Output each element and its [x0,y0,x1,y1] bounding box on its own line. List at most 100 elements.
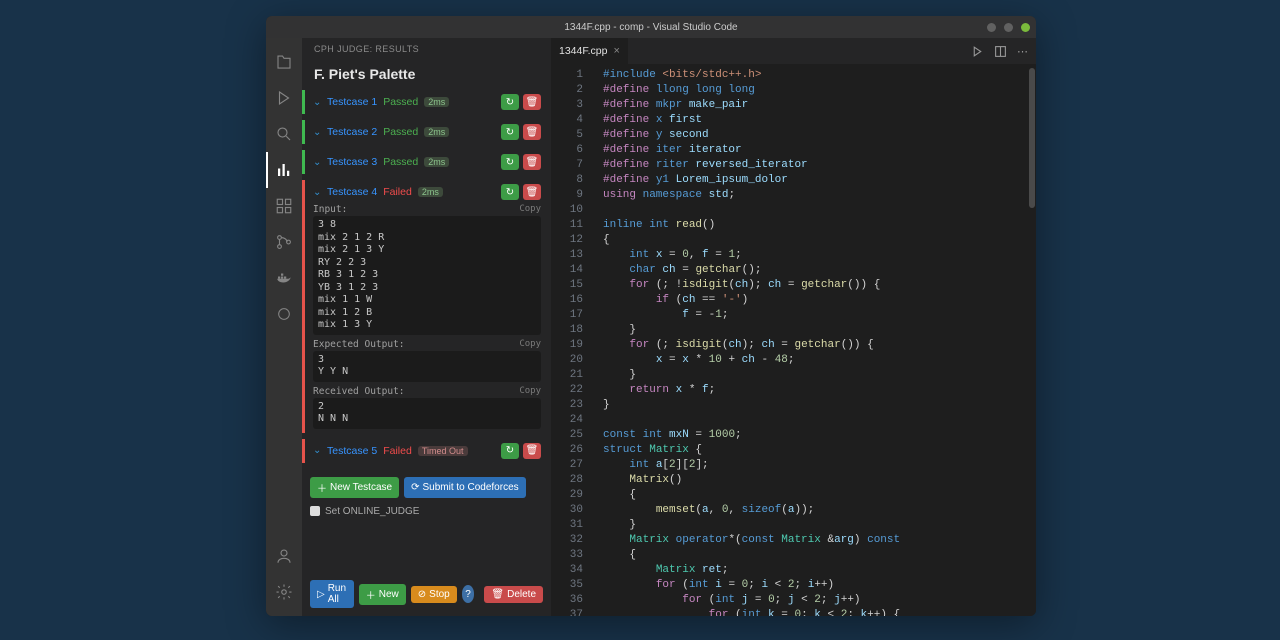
testcase-received[interactable]: 2 N N N [313,398,541,429]
main-area: CPH JUDGE: RESULTS F. Piet's Palette ⌄ Te… [266,38,1036,616]
testcase-header[interactable]: ⌄Testcase 4Failed2ms↻🗑 [313,184,541,200]
copy-button[interactable]: Copy [519,204,541,215]
received-label: Received Output: [313,386,405,397]
testcase-status: Failed [383,186,412,198]
chevron-down-icon: ⌄ [313,445,321,456]
submit-button[interactable]: ⟳ Submit to Codeforces [404,477,526,498]
submit-label: Submit to Codeforces [422,482,518,493]
close-icon[interactable] [1021,23,1030,32]
sidebar: CPH JUDGE: RESULTS F. Piet's Palette ⌄ Te… [302,38,551,616]
vscode-window: 1344F.cpp - comp - Visual Studio Code CP… [266,16,1036,616]
testcase-status: Failed [383,445,412,457]
rerun-button[interactable]: ↻ [501,443,519,459]
expected-label: Expected Output: [313,339,405,350]
sidebar-header: CPH JUDGE: RESULTS [302,38,551,60]
stop-label: Stop [429,589,450,600]
testcase-header[interactable]: ⌄Testcase 2Passed2ms↻🗑 [313,124,541,140]
help-button[interactable]: ? [462,585,475,603]
rerun-button[interactable]: ↻ [501,154,519,170]
chevron-down-icon: ⌄ [313,97,321,108]
copy-button[interactable]: Copy [519,339,541,350]
testcase-row: ⌄ Testcase 1 Passed 2ms ↻🗑 [302,90,547,114]
testcase-name: Testcase 4 [327,186,377,198]
stop-button[interactable]: ⊘ Stop [411,586,457,603]
scrollbar-thumb[interactable] [1029,68,1035,208]
testcase-header[interactable]: ⌄ Testcase 3 Passed 2ms ↻🗑 [313,154,541,170]
close-icon[interactable]: × [613,45,619,57]
testcase-time: Timed Out [418,446,468,456]
rerun-button[interactable]: ↻ [501,94,519,110]
play-icon: ▷ [317,589,325,600]
scm-icon[interactable] [266,224,302,260]
plus-icon: ＋ [366,587,376,602]
window-controls [987,23,1030,32]
settings-icon[interactable] [266,574,302,610]
new-button[interactable]: ＋ New [359,584,406,605]
gutter: 1234567891011121314151617181920212223242… [551,64,595,616]
online-judge-label: Set ONLINE_JUDGE [325,506,419,517]
run-icon[interactable] [266,80,302,116]
chevron-down-icon: ⌄ [313,157,321,168]
tab-file[interactable]: 1344F.cpp × [551,38,629,64]
titlebar: 1344F.cpp - comp - Visual Studio Code [266,16,1036,38]
search-icon[interactable] [266,116,302,152]
chevron-down-icon: ⌄ [313,127,321,138]
editor-area: 1344F.cpp × ⋯ 12345678910111213141516171… [551,38,1036,616]
delete-testcase-button[interactable]: 🗑 [523,443,541,459]
stop-icon: ⊘ [418,589,426,600]
delete-label: Delete [507,589,536,600]
scrollbar[interactable] [1026,64,1036,616]
testcase-header[interactable]: ⌄ Testcase 5 Failed Timed Out ↻🗑 [313,443,541,459]
chevron-down-icon: ⌄ [313,187,321,198]
trash-icon: 🗑 [491,589,504,600]
testcase-status: Passed [383,96,418,108]
rerun-button[interactable]: ↻ [501,124,519,140]
problem-title: F. Piet's Palette [302,60,551,90]
delete-testcase-button[interactable]: 🗑 [523,154,541,170]
sidebar-actions: ＋ New Testcase ⟳ Submit to Codeforces [302,469,551,502]
testcase-row: ⌄Testcase 2Passed2ms↻🗑 [302,120,547,144]
testcase-time: 2ms [424,157,449,167]
testcase-row: ⌄ Testcase 3 Passed 2ms ↻🗑 [302,150,547,174]
docker-icon[interactable] [266,260,302,296]
online-judge-row[interactable]: Set ONLINE_JUDGE [302,502,551,521]
editor-actions: ⋯ [971,38,1036,64]
delete-button[interactable]: 🗑 Delete [484,586,543,603]
explorer-icon[interactable] [266,44,302,80]
testcase-time: 2ms [424,127,449,137]
extensions-icon[interactable] [266,188,302,224]
maximize-icon[interactable] [1004,23,1013,32]
tab-bar: 1344F.cpp × ⋯ [551,38,1036,64]
testcase-time: 2ms [424,97,449,107]
run-file-icon[interactable] [971,45,984,58]
testcase-row: ⌄ Testcase 5 Failed Timed Out ↻🗑 [302,439,547,463]
new-testcase-button[interactable]: ＋ New Testcase [310,477,399,498]
testcase-name: Testcase 5 [327,445,377,457]
run-all-button[interactable]: ▷ Run All [310,580,354,608]
code-editor[interactable]: 1234567891011121314151617181920212223242… [551,64,1036,616]
checkbox-icon[interactable] [310,506,320,516]
rerun-button[interactable]: ↻ [501,184,519,200]
account-icon[interactable] [266,538,302,574]
copy-button[interactable]: Copy [519,386,541,397]
run-all-label: Run All [328,583,347,605]
testcase-body: Input:Copy3 8 mix 2 1 2 R mix 2 1 3 Y RY… [313,204,541,429]
delete-testcase-button[interactable]: 🗑 [523,124,541,140]
window-title: 1344F.cpp - comp - Visual Studio Code [564,22,737,33]
testcase-status: Passed [383,156,418,168]
testcase-header[interactable]: ⌄ Testcase 1 Passed 2ms ↻🗑 [313,94,541,110]
testcase-expected[interactable]: 3 Y Y N [313,351,541,382]
circle-icon[interactable] [266,296,302,332]
testcase-input[interactable]: 3 8 mix 2 1 2 R mix 2 1 3 Y RY 2 2 3 RB … [313,216,541,335]
split-editor-icon[interactable] [994,45,1007,58]
code-content[interactable]: #include <bits/stdc++.h>#define llong lo… [595,64,1036,616]
results-icon[interactable] [266,152,302,188]
minimize-icon[interactable] [987,23,996,32]
more-icon[interactable]: ⋯ [1017,45,1028,58]
activity-bar [266,38,302,616]
testcase-name: Testcase 1 [327,96,377,108]
testcase-status: Passed [383,126,418,138]
delete-testcase-button[interactable]: 🗑 [523,94,541,110]
delete-testcase-button[interactable]: 🗑 [523,184,541,200]
testcase-name: Testcase 3 [327,156,377,168]
